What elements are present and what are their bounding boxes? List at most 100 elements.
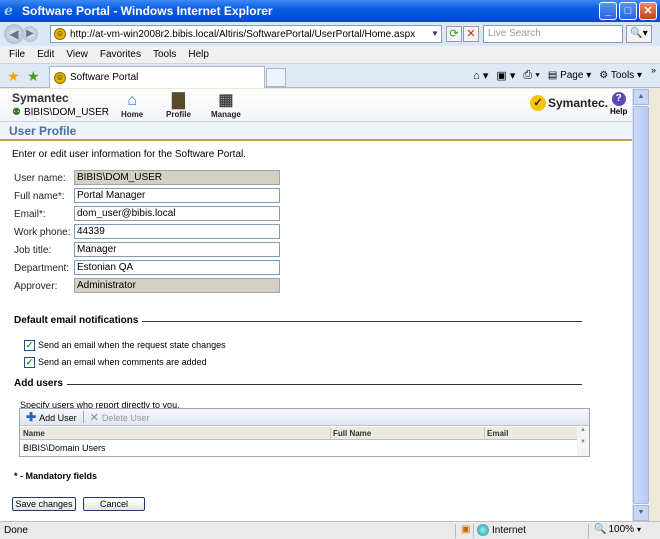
scroll-thumb[interactable] [633,106,649,504]
search-input[interactable]: Live Search [483,25,623,43]
status-bar: Done ▣ Internet 🔍 100% ▾ [0,521,660,539]
close-button[interactable]: ✕ [639,2,657,20]
help-icon: ? [611,92,626,106]
scroll-down-button[interactable]: ▼ [633,505,649,521]
section-divider [14,384,582,385]
menu-favorites[interactable]: Favorites [100,49,141,60]
notify-comments-checkbox[interactable]: ✓ [24,356,35,368]
nav-profile[interactable]: ▇ Profile [166,92,191,119]
delete-user-label: Delete User [101,412,150,423]
url-text: http://at-vm-win2008r2.bibis.local/Altir… [70,28,416,40]
forward-button[interactable]: ▶ [22,26,38,42]
symantec-logo-text: Symantec. [548,96,609,110]
menu-edit[interactable]: Edit [37,49,54,60]
stop-button[interactable]: ✕ [463,26,479,42]
tools-menu[interactable]: ⚙ Tools ▾ [599,70,642,81]
field-label: Work phone: [14,226,71,238]
notify-state-change[interactable]: ✓ Send an email when the request state c… [24,339,226,351]
feeds-icon[interactable]: ▣ ▾ [496,69,515,82]
cancel-button[interactable]: Cancel [83,497,145,511]
field-job-title: Job title: [14,242,280,257]
nav-home[interactable]: ⌂ Home [121,92,143,119]
menu-tools[interactable]: Tools [153,49,176,60]
home-icon[interactable]: ⌂ ▾ [473,69,488,82]
notifications-title: Default email notifications [14,315,143,326]
field-label: User name: [14,172,66,184]
chevron-down-icon[interactable]: ▼ [577,439,589,445]
current-user-name: BIBIS\DOM_USER [23,107,109,118]
notify-comments[interactable]: ✓ Send an email when comments are added [24,356,207,368]
nav-manage-label: Manage [211,110,241,119]
add-favorites-icon[interactable]: ★ [27,68,40,85]
page-menu[interactable]: ▤ Page ▾ [548,70,591,81]
grid-header: Name Full Name Email [20,427,589,440]
column-header-full-name[interactable]: Full Name [333,429,371,438]
search-button[interactable]: 🔍▾ [626,25,652,43]
notify-state-change-label: Send an email when the request state cha… [38,340,226,350]
menu-bar: File Edit View Favorites Tools Help [0,46,660,64]
page-content: Symantec ⚉ BIBIS\DOM_USER ⌂ Home ▇ Profi… [0,89,632,521]
full-name-field[interactable] [74,188,280,203]
field-department: Department: [14,260,280,275]
current-user: ⚉ BIBIS\DOM_USER [12,107,109,118]
grid-scrollbar[interactable]: ▲ ▼ [577,427,589,456]
department-field[interactable] [74,260,280,275]
url-dropdown-icon[interactable]: ▼ [429,26,441,42]
email-field[interactable] [74,206,280,221]
table-row[interactable]: BIBIS\Domain Users [20,441,589,456]
menu-help[interactable]: Help [188,49,209,60]
maximize-button[interactable]: □ [619,2,637,20]
menu-file[interactable]: File [9,49,25,60]
page-menu-label: Page [560,70,584,81]
users-grid: ✚ Add User ✕ Delete User Name Full Name Em… [19,408,590,457]
nav-profile-label: Profile [166,110,191,119]
save-button[interactable]: Save changes [12,497,76,511]
status-divider [588,524,589,538]
plus-icon: ✚ [26,410,37,424]
symantec-logo: ✓ Symantec. [530,95,608,111]
scroll-up-button[interactable]: ▲ [633,89,649,105]
favorites-star-icon[interactable]: ★ [7,68,20,85]
security-zone[interactable]: Internet [477,524,526,536]
chevron-up-icon[interactable]: ▲ [577,427,589,433]
portal-header: Symantec ⚉ BIBIS\DOM_USER ⌂ Home ▇ Profi… [0,89,632,121]
job-title-field[interactable] [74,242,280,257]
work-phone-field[interactable] [74,224,280,239]
page-icon: ▤ [547,70,558,81]
notifications-section: Default email notifications [14,315,582,327]
user-icon: ⚉ [12,107,21,118]
notify-state-change-checkbox[interactable]: ✓ [24,339,35,351]
nav-manage[interactable]: ▦ Manage [211,92,241,119]
print-icon[interactable]: ⎙ ▾ [523,69,539,82]
column-header-name[interactable]: Name [23,429,45,438]
checkmark-logo-icon: ✓ [530,95,546,111]
url-field[interactable]: ☺ http://at-vm-win2008r2.bibis.local/Alt… [50,25,442,43]
zoom-control[interactable]: 🔍 100% ▾ [594,524,641,535]
delete-user-button[interactable]: ✕ Delete User [90,411,150,424]
mandatory-note: * - Mandatory fields [14,471,98,481]
field-label: Job title: [14,244,52,256]
home-icon: ⌂ [127,92,137,109]
refresh-button[interactable]: ⟳ [446,26,462,42]
approver-field [74,278,280,293]
search-icon: 🔍 [630,28,643,39]
grid-toolbar: ✚ Add User ✕ Delete User [20,409,589,426]
intro-text: Enter or edit user information for the S… [12,149,246,160]
page-scrollbar[interactable]: ▲ ▼ [632,89,649,521]
menu-view[interactable]: View [66,49,88,60]
new-tab-button[interactable] [266,68,286,87]
chevron-more-icon[interactable]: » [651,65,656,75]
add-users-title: Add users [14,378,67,389]
column-divider [484,427,485,440]
field-work-phone: Work phone: [14,224,280,239]
tab-software-portal[interactable]: ☺ Software Portal [49,66,265,88]
field-label: Full name*: [14,190,65,202]
column-header-email[interactable]: Email [487,429,508,438]
zoom-level: 100% [608,524,635,535]
add-user-button[interactable]: ✚ Add User [26,410,77,424]
help-label: Help [610,107,628,116]
site-icon: ☺ [54,71,66,84]
back-button[interactable]: ◀ [4,24,24,44]
minimize-button[interactable]: _ [599,2,617,20]
help-button[interactable]: ? Help [610,92,627,116]
